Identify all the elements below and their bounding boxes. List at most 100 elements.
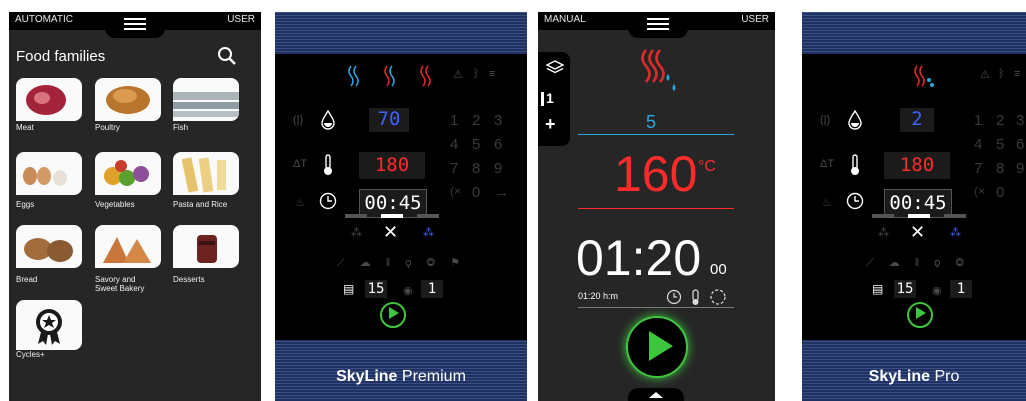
backspace-icon[interactable]: (× — [974, 184, 985, 198]
fan-high-bar[interactable] — [417, 214, 439, 218]
humidity-display[interactable]: 70 — [369, 108, 409, 132]
food-family-fish[interactable] — [173, 78, 239, 121]
food-family-bread[interactable] — [16, 225, 82, 268]
skyline-pro-panel: ⚠ ᛒ ≡ (|) 2 ΔT 180 ♨ 00:45 1 2 3 4 5 6 7… — [802, 12, 1026, 401]
food-family-vegetables[interactable] — [95, 152, 161, 195]
vegetables-photo — [104, 160, 149, 186]
steam-humidity-icon[interactable] — [912, 64, 936, 88]
hamburger-icon[interactable] — [124, 18, 146, 30]
steps-display[interactable]: 15 — [894, 280, 916, 298]
layers-icon[interactable] — [545, 58, 565, 78]
bakery-photo — [103, 237, 151, 263]
key-2[interactable]: 2 — [996, 112, 1004, 129]
warning-icon: ⚠ — [453, 69, 463, 81]
user-button[interactable]: USER — [741, 14, 769, 25]
humidity-display[interactable]: 2 — [900, 108, 934, 132]
probe-icon: (|) — [293, 114, 304, 126]
key-6[interactable]: 6 — [494, 136, 502, 153]
steam-mode-icons[interactable] — [345, 64, 445, 88]
temperature-unit: °C — [698, 158, 716, 175]
food-family-label: Pasta and Rice — [173, 200, 228, 209]
steps-icon: ▤ — [343, 282, 355, 296]
key-6[interactable]: 6 — [1016, 136, 1024, 153]
time-mode-icons[interactable] — [666, 288, 728, 306]
user-button[interactable]: USER — [227, 14, 255, 25]
key-9[interactable]: 9 — [1016, 160, 1024, 177]
key-4[interactable]: 4 — [450, 136, 458, 153]
key-2[interactable]: 2 — [472, 112, 480, 129]
fan-slow-icon: ⁂ — [878, 227, 889, 239]
food-family-label: Meat — [16, 123, 34, 132]
food-family-label: Desserts — [173, 275, 205, 284]
function-icons-row[interactable]: ⟋ ☁ ‖ ⚲ ◎ — [866, 256, 970, 270]
arrow-right-icon[interactable]: → — [494, 184, 509, 201]
key-3[interactable]: 3 — [1016, 112, 1024, 129]
backspace-icon[interactable]: (× — [450, 184, 461, 198]
fan-low-bar[interactable] — [872, 214, 894, 218]
fan-low-bar[interactable] — [345, 214, 367, 218]
add-phase-button[interactable]: + — [545, 114, 556, 135]
food-family-bakery[interactable] — [95, 225, 161, 268]
fan-mid-bar[interactable] — [908, 214, 930, 218]
function-icons-row[interactable]: ⟋ ☁ ‖ ⚲ ◎ ⚑ — [337, 256, 466, 270]
fan-mid-bar[interactable] — [381, 214, 403, 218]
key-7[interactable]: 7 — [450, 160, 458, 177]
core-probe-icon: ♨ — [822, 197, 832, 209]
menu-tab[interactable] — [105, 12, 165, 38]
header-stripes — [275, 12, 527, 54]
fan-icon[interactable]: ✕ — [910, 222, 925, 243]
food-family-poultry[interactable] — [95, 78, 161, 121]
filter-icon: ≡ — [1014, 68, 1021, 80]
temperature-display[interactable]: 180 — [884, 152, 950, 179]
key-9[interactable]: 9 — [494, 160, 502, 177]
food-family-desserts[interactable] — [173, 225, 239, 268]
steam-humidity-icon[interactable] — [638, 46, 678, 92]
food-family-label: Fish — [173, 123, 189, 132]
food-family-meat[interactable] — [16, 78, 82, 121]
time-value[interactable]: 01:20 — [576, 230, 701, 286]
time-seconds: 00 — [710, 261, 727, 278]
key-8[interactable]: 8 — [472, 160, 480, 177]
mode-label: AUTOMATIC — [15, 14, 73, 25]
phase-1-tab[interactable]: 1 — [546, 90, 554, 106]
thermometer-icon — [324, 154, 332, 175]
food-family-cycles[interactable] — [16, 300, 82, 350]
key-0[interactable]: 0 — [996, 184, 1004, 201]
key-7[interactable]: 7 — [974, 160, 982, 177]
steps-icon: ▤ — [872, 282, 884, 296]
automatic-screen: AUTOMATIC USER Food families Meat Poultr… — [9, 12, 261, 401]
fan-icon[interactable]: ✕ — [383, 222, 398, 243]
bluetooth-icon: ᛒ — [473, 68, 480, 80]
key-1[interactable]: 1 — [974, 112, 982, 129]
brand-label: SkyLine Premium — [336, 368, 466, 385]
desserts-photo — [197, 235, 217, 263]
time-format-label: 01:20 h:m — [578, 291, 619, 301]
ribbon-star-icon — [36, 309, 62, 345]
clock-icon — [846, 192, 864, 210]
phase-display[interactable]: 1 — [421, 280, 443, 298]
key-1[interactable]: 1 — [450, 112, 458, 129]
manual-screen: MANUAL USER 1 + 5 160 °C 01:20 00 01:20 … — [538, 12, 775, 401]
food-family-eggs[interactable] — [16, 152, 82, 195]
key-5[interactable]: 5 — [472, 136, 480, 153]
expand-tab[interactable] — [628, 388, 684, 401]
key-4[interactable]: 4 — [974, 136, 982, 153]
food-family-pasta[interactable] — [173, 152, 239, 195]
hamburger-icon[interactable] — [647, 18, 669, 30]
fan-high-bar[interactable] — [944, 214, 966, 218]
key-5[interactable]: 5 — [996, 136, 1004, 153]
menu-tab[interactable] — [628, 12, 688, 38]
play-icon — [389, 307, 399, 319]
play-icon — [649, 331, 673, 361]
temperature-value[interactable]: 160 — [614, 146, 697, 202]
humidity-level[interactable]: 5 — [646, 112, 656, 133]
key-3[interactable]: 3 — [494, 112, 502, 129]
search-icon[interactable] — [217, 46, 237, 66]
key-0[interactable]: 0 — [472, 184, 480, 201]
key-8[interactable]: 8 — [996, 160, 1004, 177]
clock-icon — [319, 192, 337, 210]
phase-display[interactable]: 1 — [950, 280, 972, 298]
phase-indicator — [541, 92, 544, 106]
temperature-display[interactable]: 180 — [359, 152, 425, 179]
steps-display[interactable]: 15 — [365, 280, 387, 298]
